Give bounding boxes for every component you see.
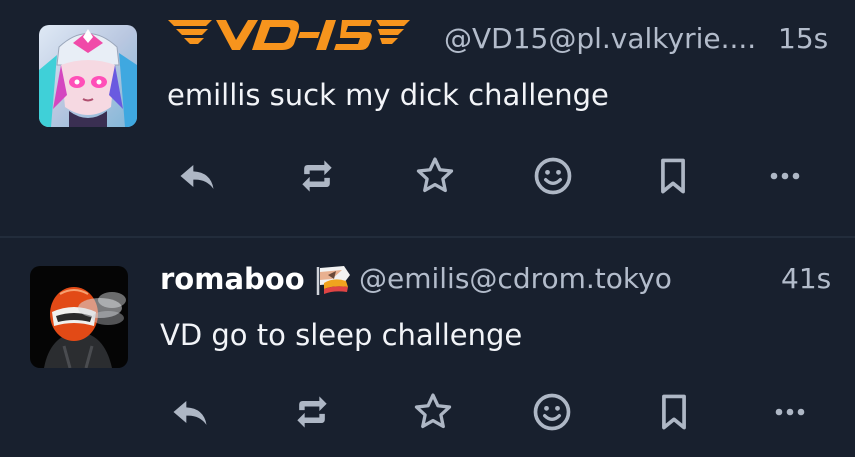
bookmark-button[interactable] [649, 387, 699, 437]
post-content: emillis suck my dick challenge [167, 78, 609, 112]
reply-icon [173, 401, 207, 425]
status-post[interactable]: @VD15@pl.valkyrie.... 15s emillis suck m… [0, 0, 855, 237]
more-icon [770, 172, 800, 180]
react-emoji-button[interactable] [527, 387, 577, 437]
reply-icon [180, 165, 214, 189]
repeat-icon [297, 396, 327, 428]
timeline-feed: @VD15@pl.valkyrie.... 15s emillis suck m… [0, 0, 855, 457]
react-emoji-button[interactable] [528, 151, 578, 201]
reply-button[interactable] [172, 151, 222, 201]
repeat-button[interactable] [292, 151, 342, 201]
display-name[interactable]: romaboo [160, 262, 305, 296]
anime-avatar-icon [39, 25, 137, 127]
reply-button[interactable] [165, 387, 215, 437]
star-icon [416, 157, 454, 193]
bookmark-icon [661, 158, 685, 194]
status-post[interactable]: romaboo @emilis@cdrom.tokyo 41s VD go to… [0, 238, 855, 457]
more-button[interactable] [760, 151, 810, 201]
emoji-icon [533, 393, 571, 431]
favorite-button[interactable] [410, 151, 460, 201]
bookmark-icon [662, 394, 686, 430]
post-time[interactable]: 41s [781, 262, 831, 295]
emoji-icon [534, 157, 572, 195]
account-handle[interactable]: @emilis@cdrom.tokyo [359, 262, 672, 295]
post-content: VD go to sleep challenge [160, 318, 523, 352]
favorite-button[interactable] [408, 387, 458, 437]
post-time[interactable]: 15s [778, 22, 828, 55]
helmet-avatar-icon [30, 266, 128, 368]
bookmark-button[interactable] [648, 151, 698, 201]
repeat-button[interactable] [287, 387, 337, 437]
avatar[interactable] [39, 25, 137, 127]
more-icon [775, 408, 805, 416]
display-name-logo[interactable] [166, 14, 412, 56]
post-actions [0, 151, 855, 201]
more-button[interactable] [765, 387, 815, 437]
repeat-icon [302, 160, 332, 192]
rainbow-flag-icon [316, 266, 350, 295]
avatar[interactable] [30, 266, 128, 368]
account-handle[interactable]: @VD15@pl.valkyrie.... [444, 22, 756, 55]
post-actions [0, 387, 855, 437]
star-icon [414, 393, 452, 429]
